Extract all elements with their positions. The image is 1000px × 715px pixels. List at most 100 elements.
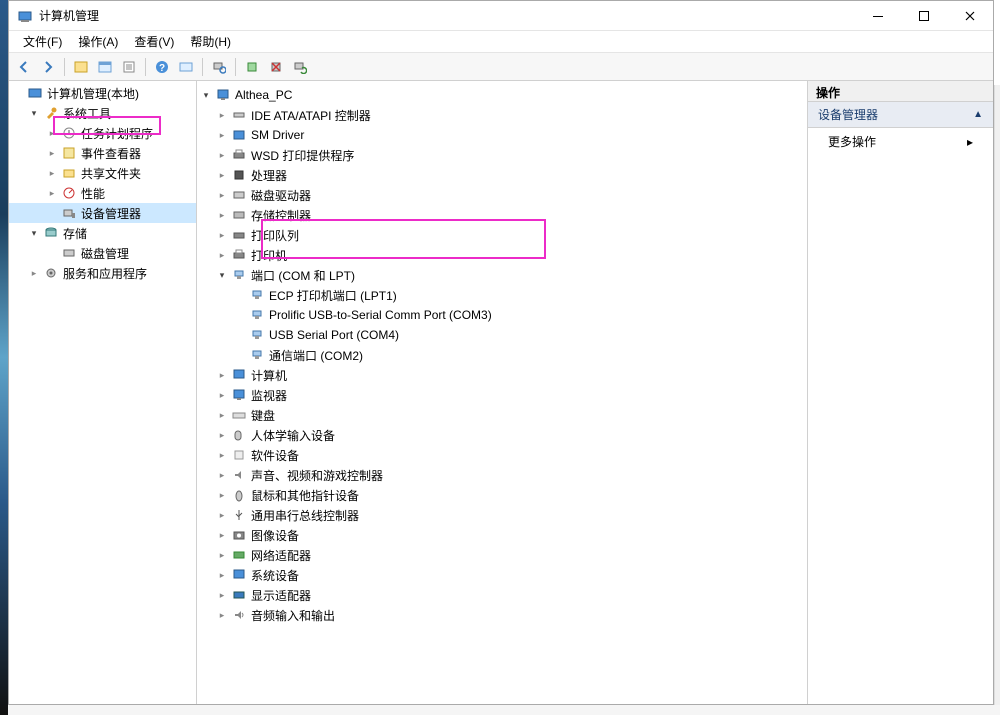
computer-management-icon xyxy=(27,85,43,101)
ide-controller-icon xyxy=(231,107,247,123)
device-monitors[interactable]: 监视器 xyxy=(197,385,807,405)
shared-folder-icon xyxy=(61,165,77,181)
actions-section-label: 设备管理器 xyxy=(818,106,878,123)
network-adapter-icon xyxy=(231,547,247,563)
actions-more[interactable]: 更多操作 ▸ xyxy=(808,128,993,155)
device-software[interactable]: 软件设备 xyxy=(197,445,807,465)
toolbar-button[interactable] xyxy=(175,56,197,78)
device-computer[interactable]: 计算机 xyxy=(197,365,807,385)
event-viewer-icon xyxy=(61,145,77,161)
nav-storage[interactable]: 存储 xyxy=(9,223,196,243)
titlebar: 计算机管理 xyxy=(9,1,993,31)
device-manager-icon xyxy=(61,205,77,221)
nav-task-scheduler[interactable]: 任务计划程序 xyxy=(9,123,196,143)
device-audio-io[interactable]: 音频输入和输出 xyxy=(197,605,807,625)
menu-view[interactable]: 查看(V) xyxy=(126,31,182,52)
app-icon xyxy=(17,8,33,24)
nav-system-tools[interactable]: 系统工具 xyxy=(9,103,196,123)
right-edge-sliver xyxy=(994,85,1000,715)
cpu-icon xyxy=(231,167,247,183)
printer-provider-icon xyxy=(231,147,247,163)
scan-hardware-button[interactable] xyxy=(208,56,230,78)
port-icon xyxy=(249,347,265,363)
computer-management-window: 计算机管理 文件(F) 操作(A) 查看(V) 帮助(H) ? xyxy=(8,0,994,705)
hid-icon xyxy=(231,427,247,443)
nav-event-viewer[interactable]: 事件查看器 xyxy=(9,143,196,163)
storage-controller-icon xyxy=(231,207,247,223)
nav-services-apps[interactable]: 服务和应用程序 xyxy=(9,263,196,283)
device-sound-video-game[interactable]: 声音、视频和游戏控制器 xyxy=(197,465,807,485)
camera-icon xyxy=(231,527,247,543)
device-printers[interactable]: 打印机 xyxy=(197,245,807,265)
nav-performance[interactable]: 性能 xyxy=(9,183,196,203)
toolbar-separator xyxy=(202,58,203,76)
export-list-button[interactable] xyxy=(118,56,140,78)
system-device-icon xyxy=(231,567,247,583)
navigation-pane: 计算机管理(本地) 系统工具 任务计划程序 事件查看器 xyxy=(9,81,197,704)
device-root[interactable]: Althea_PC xyxy=(197,85,807,105)
device-port-comm[interactable]: 通信端口 (COM2) xyxy=(197,345,807,365)
device-keyboards[interactable]: 键盘 xyxy=(197,405,807,425)
uninstall-device-button[interactable] xyxy=(265,56,287,78)
device-print-queues[interactable]: 打印队列 xyxy=(197,225,807,245)
device-port-ecp[interactable]: ECP 打印机端口 (LPT1) xyxy=(197,285,807,305)
update-driver-button[interactable] xyxy=(289,56,311,78)
help-button[interactable]: ? xyxy=(151,56,173,78)
properties-button[interactable] xyxy=(94,56,116,78)
device-ports[interactable]: 端口 (COM 和 LPT) xyxy=(197,265,807,285)
close-button[interactable] xyxy=(947,1,993,31)
window-title: 计算机管理 xyxy=(39,7,855,24)
menu-file[interactable]: 文件(F) xyxy=(15,31,70,52)
device-port-usb-serial[interactable]: USB Serial Port (COM4) xyxy=(197,325,807,345)
nav-root[interactable]: 计算机管理(本地) xyxy=(9,83,196,103)
device-hid[interactable]: 人体学输入设备 xyxy=(197,425,807,445)
back-button[interactable] xyxy=(13,56,35,78)
menu-action[interactable]: 操作(A) xyxy=(70,31,126,52)
bottom-edge-sliver xyxy=(8,705,1000,715)
mouse-icon xyxy=(231,487,247,503)
minimize-button[interactable] xyxy=(855,1,901,31)
nav-device-manager[interactable]: 设备管理器 xyxy=(9,203,196,223)
show-hide-tree-button[interactable] xyxy=(70,56,92,78)
disk-drive-icon xyxy=(231,187,247,203)
device-wsd-print[interactable]: WSD 打印提供程序 xyxy=(197,145,807,165)
device-sm-driver[interactable]: SM Driver xyxy=(197,125,807,145)
nav-shared-folders[interactable]: 共享文件夹 xyxy=(9,163,196,183)
device-ide-atapi[interactable]: IDE ATA/ATAPI 控制器 xyxy=(197,105,807,125)
actions-section[interactable]: 设备管理器 ▲ xyxy=(808,102,993,128)
port-icon xyxy=(249,307,265,323)
toolbar-separator xyxy=(64,58,65,76)
device-system-devices[interactable]: 系统设备 xyxy=(197,565,807,585)
collapse-icon: ▲ xyxy=(973,109,983,120)
toolbar-separator xyxy=(235,58,236,76)
port-icon xyxy=(231,267,247,283)
keyboard-icon xyxy=(231,407,247,423)
forward-button[interactable] xyxy=(37,56,59,78)
menu-help[interactable]: 帮助(H) xyxy=(182,31,239,52)
toolbar-separator xyxy=(145,58,146,76)
enable-device-button[interactable] xyxy=(241,56,263,78)
monitor-icon xyxy=(231,387,247,403)
device-mice[interactable]: 鼠标和其他指针设备 xyxy=(197,485,807,505)
storage-icon xyxy=(43,225,59,241)
actions-header: 操作 xyxy=(808,81,993,102)
tools-icon xyxy=(43,105,59,121)
device-display-adapters[interactable]: 显示适配器 xyxy=(197,585,807,605)
driver-icon xyxy=(231,127,247,143)
device-usb-controllers[interactable]: 通用串行总线控制器 xyxy=(197,505,807,525)
device-disk-drives[interactable]: 磁盘驱动器 xyxy=(197,185,807,205)
sound-icon xyxy=(231,467,247,483)
print-queue-icon xyxy=(231,227,247,243)
svg-text:?: ? xyxy=(159,63,165,74)
content-area: 计算机管理(本地) 系统工具 任务计划程序 事件查看器 xyxy=(9,81,993,704)
computer-icon xyxy=(231,367,247,383)
nav-disk-management[interactable]: 磁盘管理 xyxy=(9,243,196,263)
printer-icon xyxy=(231,247,247,263)
device-storage-controllers[interactable]: 存储控制器 xyxy=(197,205,807,225)
device-port-prolific[interactable]: Prolific USB-to-Serial Comm Port (COM3) xyxy=(197,305,807,325)
desktop-background-sliver xyxy=(0,0,8,715)
device-network-adapters[interactable]: 网络适配器 xyxy=(197,545,807,565)
device-processors[interactable]: 处理器 xyxy=(197,165,807,185)
maximize-button[interactable] xyxy=(901,1,947,31)
device-imaging[interactable]: 图像设备 xyxy=(197,525,807,545)
